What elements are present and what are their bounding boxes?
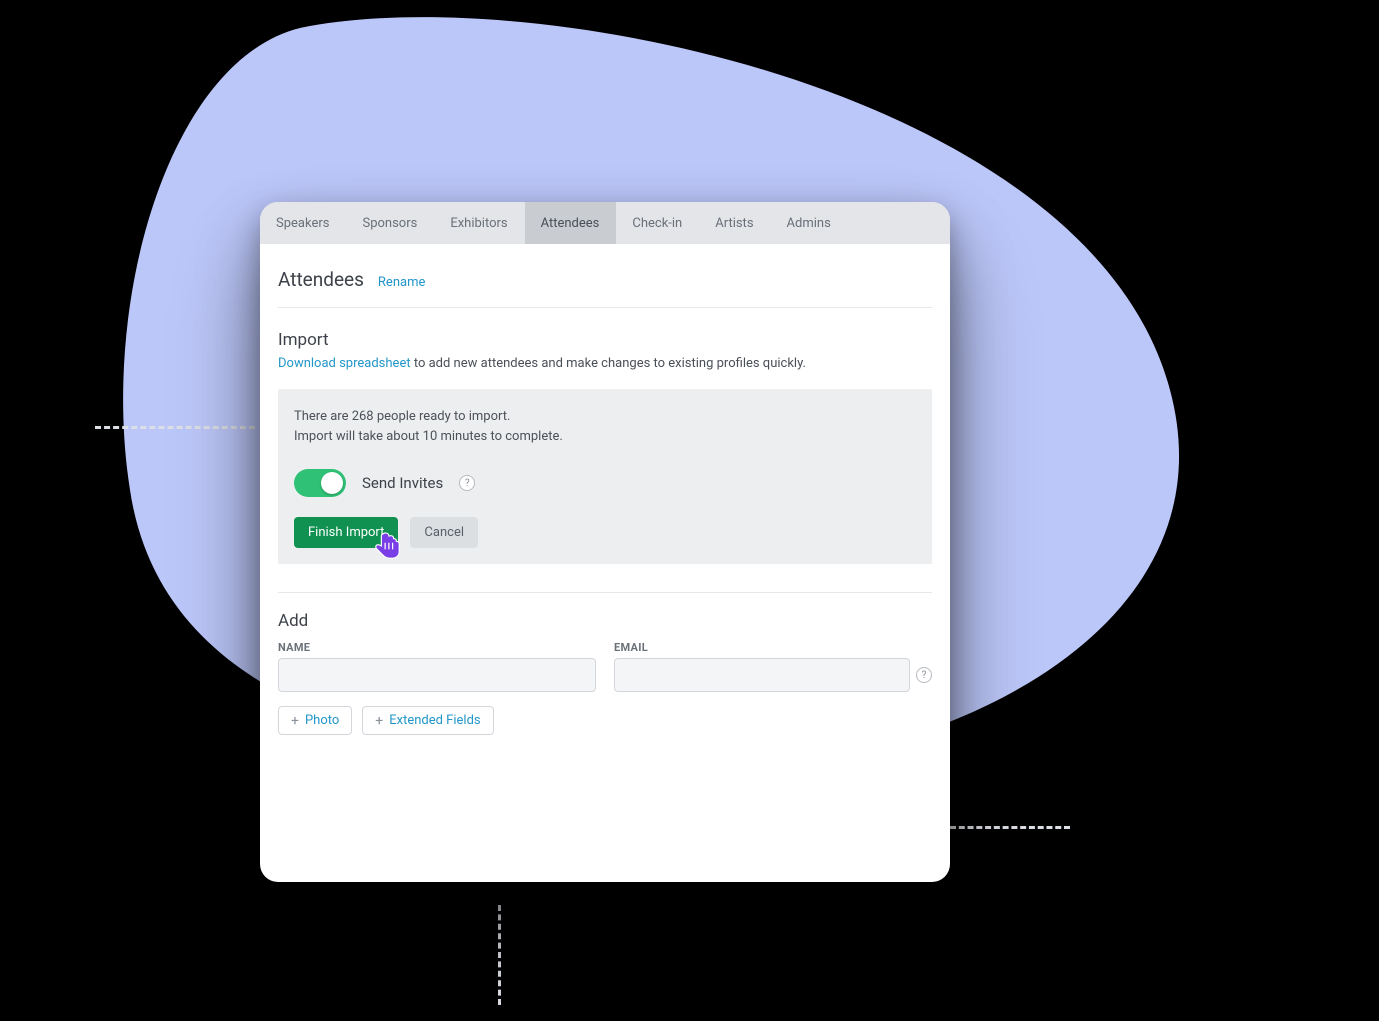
main-panel: Speakers Sponsors Exhibitors Attendees C…: [260, 202, 950, 882]
cancel-button[interactable]: Cancel: [410, 517, 478, 548]
download-spreadsheet-link[interactable]: Download spreadsheet: [278, 356, 411, 371]
tab-admins[interactable]: Admins: [771, 202, 848, 244]
import-status-line1: There are 268 people ready to import.: [294, 407, 916, 427]
add-photo-label: Photo: [305, 713, 339, 728]
tab-speakers[interactable]: Speakers: [260, 202, 346, 244]
plus-icon: +: [375, 714, 383, 728]
extended-fields-button[interactable]: + Extended Fields: [362, 706, 493, 735]
tab-attendees[interactable]: Attendees: [525, 202, 617, 244]
import-description: Download spreadsheet to add new attendee…: [278, 356, 932, 371]
tab-bar: Speakers Sponsors Exhibitors Attendees C…: [260, 202, 950, 244]
email-field-label: EMAIL: [614, 641, 932, 654]
import-status-line2: Import will take about 10 minutes to com…: [294, 427, 916, 447]
toggle-knob: [321, 472, 343, 494]
dashed-line-right: [950, 826, 1070, 829]
tab-exhibitors[interactable]: Exhibitors: [434, 202, 524, 244]
add-heading: Add: [278, 611, 932, 631]
page-title: Attendees: [278, 268, 364, 291]
import-status-box: There are 268 people ready to import. Im…: [278, 389, 932, 564]
add-section: Add NAME EMAIL ? + Photo: [278, 593, 932, 755]
rename-link[interactable]: Rename: [378, 275, 425, 290]
dashed-line-bottom: [498, 905, 501, 1005]
page-heading-row: Attendees Rename: [278, 244, 932, 308]
plus-icon: +: [291, 714, 299, 728]
tab-sponsors[interactable]: Sponsors: [346, 202, 434, 244]
send-invites-label: Send Invites: [362, 474, 443, 492]
finish-import-button[interactable]: Finish Import: [294, 517, 398, 548]
import-heading: Import: [278, 330, 932, 350]
email-input[interactable]: [614, 658, 910, 692]
name-field-label: NAME: [278, 641, 596, 654]
send-invites-toggle[interactable]: [294, 469, 346, 497]
import-section: Import Download spreadsheet to add new a…: [278, 308, 932, 564]
tab-check-in[interactable]: Check-in: [616, 202, 699, 244]
name-input[interactable]: [278, 658, 596, 692]
tab-artists[interactable]: Artists: [699, 202, 770, 244]
import-description-rest: to add new attendees and make changes to…: [411, 356, 806, 371]
help-icon[interactable]: ?: [459, 475, 475, 491]
extended-fields-label: Extended Fields: [389, 713, 480, 728]
add-photo-button[interactable]: + Photo: [278, 706, 352, 735]
dashed-line-left: [95, 426, 255, 429]
email-help-icon[interactable]: ?: [916, 667, 932, 683]
